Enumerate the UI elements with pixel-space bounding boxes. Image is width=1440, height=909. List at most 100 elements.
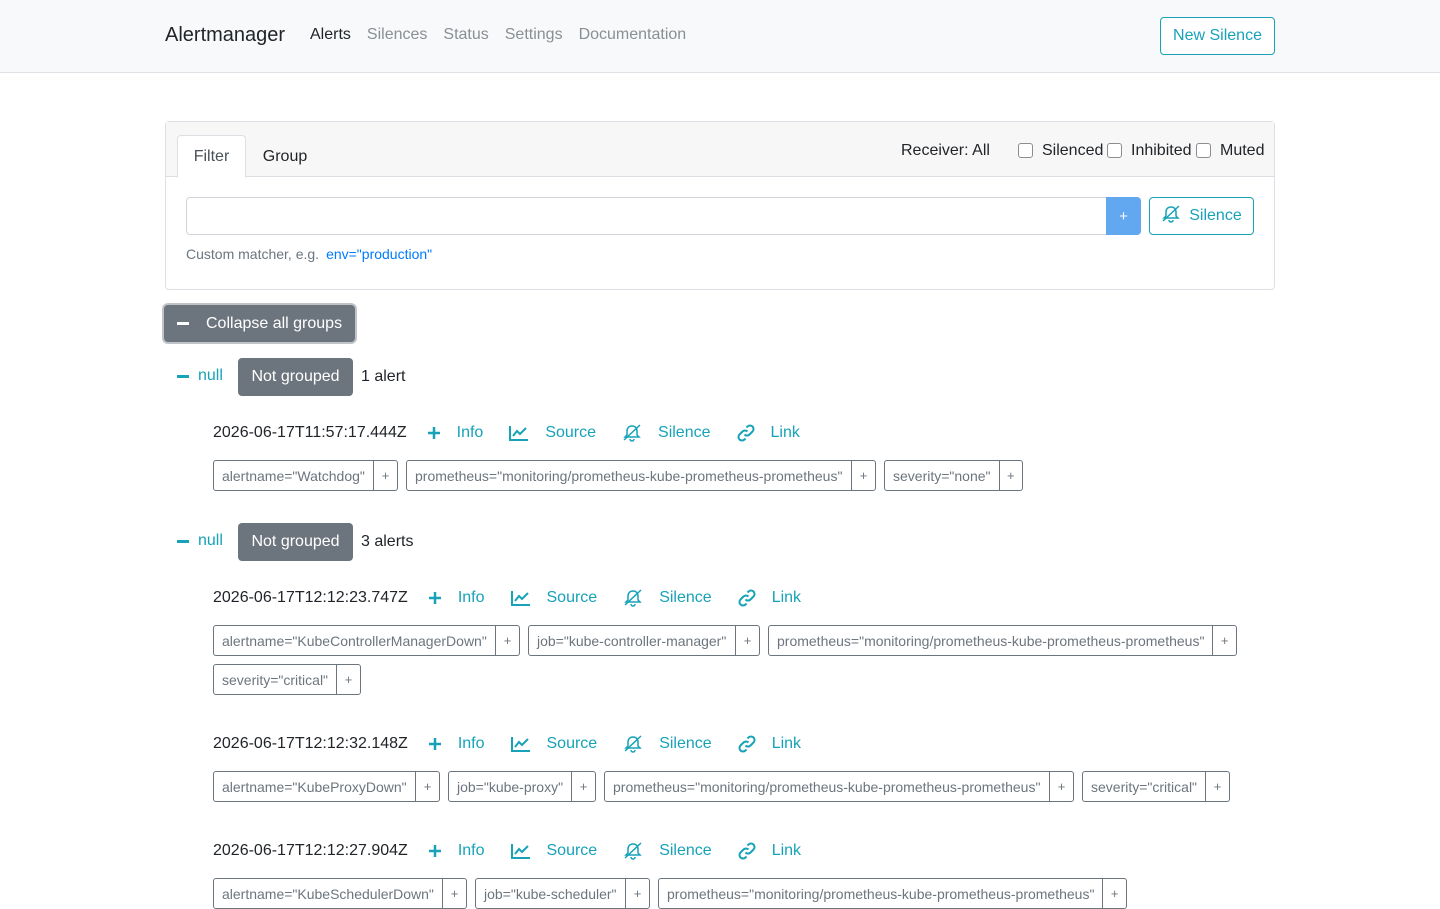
source-button[interactable]: Source xyxy=(510,735,598,753)
source-label: Source xyxy=(545,424,597,441)
label-text[interactable]: prometheus="monitoring/prometheus-kube-p… xyxy=(407,461,851,490)
source-label: Source xyxy=(546,589,598,606)
silence-button[interactable]: Silence xyxy=(623,589,712,607)
nav-links: Alerts Silences Status Settings Document… xyxy=(310,26,702,44)
label-matcher[interactable]: job="kube-controller-manager" + xyxy=(528,625,760,656)
group-toggle-label: null xyxy=(198,532,223,549)
label-matcher[interactable]: prometheus="monitoring/prometheus-kube-p… xyxy=(406,460,876,491)
label-text[interactable]: alertname="KubeSchedulerDown" xyxy=(214,879,442,908)
label-text[interactable]: alertname="KubeProxyDown" xyxy=(214,772,415,801)
plus-icon xyxy=(427,426,449,440)
info-label: Info xyxy=(457,842,485,859)
inhibited-checkbox[interactable] xyxy=(1107,143,1122,158)
filter-card-header: Filter Group Receiver: All Silenced Inhi… xyxy=(166,122,1274,178)
silence-button[interactable]: Silence xyxy=(623,842,712,860)
nav-status[interactable]: Status xyxy=(443,26,488,44)
label-text[interactable]: alertname="Watchdog" xyxy=(214,461,373,490)
brand[interactable]: Alertmanager xyxy=(165,24,285,47)
receiver-dropdown[interactable]: Receiver: All xyxy=(901,142,990,160)
source-button[interactable]: Source xyxy=(509,424,596,442)
add-label-filter-button[interactable]: + xyxy=(1049,772,1073,801)
silence-button[interactable]: Silence xyxy=(623,735,712,753)
label-matcher[interactable]: severity="critical" + xyxy=(1082,771,1230,802)
label-matcher[interactable]: alertname="KubeControllerManagerDown" + xyxy=(213,625,520,656)
add-label-filter-button[interactable]: + xyxy=(495,626,519,655)
label-matcher[interactable]: job="kube-proxy" + xyxy=(448,771,596,802)
nav-alerts[interactable]: Alerts xyxy=(310,26,351,44)
collapse-all-button[interactable]: Collapse all groups xyxy=(164,305,355,342)
label-text[interactable]: job="kube-scheduler" xyxy=(476,879,625,908)
matcher-hint-example[interactable]: env="production" xyxy=(326,246,432,262)
add-filter-button[interactable]: + xyxy=(1106,197,1141,235)
label-matcher[interactable]: severity="critical" + xyxy=(213,664,361,695)
add-label-filter-button[interactable]: + xyxy=(1102,879,1126,908)
bell-slash-icon xyxy=(1161,204,1181,228)
alert-header: 2026-06-17T11:57:17.444Z Info Source Silenc… xyxy=(213,417,826,449)
source-label: Source xyxy=(546,735,598,752)
inhibited-label[interactable]: Inhibited xyxy=(1131,142,1192,160)
label-matcher[interactable]: alertname="KubeSchedulerDown" + xyxy=(213,878,467,909)
add-label-filter-button[interactable]: + xyxy=(735,626,759,655)
silenced-label[interactable]: Silenced xyxy=(1042,142,1103,160)
label-matcher[interactable]: severity="none" + xyxy=(884,460,1023,491)
plus-icon xyxy=(428,737,450,751)
group-badge: Not grouped xyxy=(238,358,353,396)
label-text[interactable]: prometheus="monitoring/prometheus-kube-p… xyxy=(769,626,1212,655)
link-button[interactable]: Link xyxy=(738,589,801,607)
add-label-filter-button[interactable]: + xyxy=(442,879,466,908)
label-text[interactable]: prometheus="monitoring/prometheus-kube-p… xyxy=(605,772,1049,801)
label-text[interactable]: alertname="KubeControllerManagerDown" xyxy=(214,626,495,655)
label-text[interactable]: severity="none" xyxy=(885,461,999,490)
add-label-filter-button[interactable]: + xyxy=(415,772,439,801)
label-text[interactable]: job="kube-proxy" xyxy=(449,772,571,801)
add-label-filter-button[interactable]: + xyxy=(373,461,397,490)
label-matcher[interactable]: job="kube-scheduler" + xyxy=(475,878,650,909)
add-label-filter-button[interactable]: + xyxy=(851,461,875,490)
label-matcher[interactable]: prometheus="monitoring/prometheus-kube-p… xyxy=(604,771,1074,802)
silence-button[interactable]: Silence xyxy=(622,424,711,442)
add-label-filter-button[interactable]: + xyxy=(1212,626,1236,655)
add-label-filter-button[interactable]: + xyxy=(998,461,1023,490)
group-toggle[interactable]: null xyxy=(177,367,223,385)
chart-line-icon xyxy=(510,590,539,606)
link-button[interactable]: Link xyxy=(736,424,800,442)
nav-silences[interactable]: Silences xyxy=(367,26,427,44)
filter-input[interactable] xyxy=(186,197,1107,235)
label-matcher[interactable]: prometheus="monitoring/prometheus-kube-p… xyxy=(768,625,1237,656)
new-silence-button[interactable]: New Silence xyxy=(1160,17,1275,55)
link-button[interactable]: Link xyxy=(738,842,801,860)
tab-group[interactable]: Group xyxy=(248,135,322,178)
info-button[interactable]: Info xyxy=(428,735,485,753)
matcher-hint: Custom matcher, e.g. env="production" xyxy=(186,246,432,262)
label-text[interactable]: prometheus="monitoring/prometheus-kube-p… xyxy=(659,879,1102,908)
add-label-filter-button[interactable]: + xyxy=(571,772,595,801)
label-matcher[interactable]: alertname="Watchdog" + xyxy=(213,460,398,491)
group-toggle[interactable]: null xyxy=(177,532,223,550)
label-matcher[interactable]: prometheus="monitoring/prometheus-kube-p… xyxy=(658,878,1127,909)
add-label-filter-button[interactable]: + xyxy=(625,879,649,908)
filter-silence-button[interactable]: Silence xyxy=(1149,197,1254,235)
label-text[interactable]: job="kube-controller-manager" xyxy=(529,626,735,655)
link-icon xyxy=(738,842,764,860)
label-text[interactable]: severity="critical" xyxy=(214,665,336,694)
nav-documentation[interactable]: Documentation xyxy=(579,26,687,44)
label-matcher[interactable]: alertname="KubeProxyDown" + xyxy=(213,771,440,802)
info-button[interactable]: Info xyxy=(427,424,483,442)
link-button[interactable]: Link xyxy=(738,735,801,753)
navbar: Alertmanager Alerts Silences Status Sett… xyxy=(0,0,1440,73)
filter-silence-label: Silence xyxy=(1189,207,1242,224)
muted-label[interactable]: Muted xyxy=(1220,142,1264,160)
muted-checkbox[interactable] xyxy=(1196,143,1211,158)
source-button[interactable]: Source xyxy=(510,589,598,607)
source-button[interactable]: Source xyxy=(510,842,597,860)
add-label-filter-button[interactable]: + xyxy=(336,665,360,694)
add-label-filter-button[interactable]: + xyxy=(1205,772,1229,801)
alert-timestamp: 2026-06-17T12:12:32.148Z xyxy=(213,735,408,752)
silenced-checkbox[interactable] xyxy=(1018,143,1033,158)
nav-settings[interactable]: Settings xyxy=(505,26,563,44)
tab-filter[interactable]: Filter xyxy=(177,135,246,178)
info-button[interactable]: Info xyxy=(428,589,485,607)
info-button[interactable]: Info xyxy=(428,842,485,860)
bell-slash-icon xyxy=(622,424,650,442)
label-text[interactable]: severity="critical" xyxy=(1083,772,1205,801)
